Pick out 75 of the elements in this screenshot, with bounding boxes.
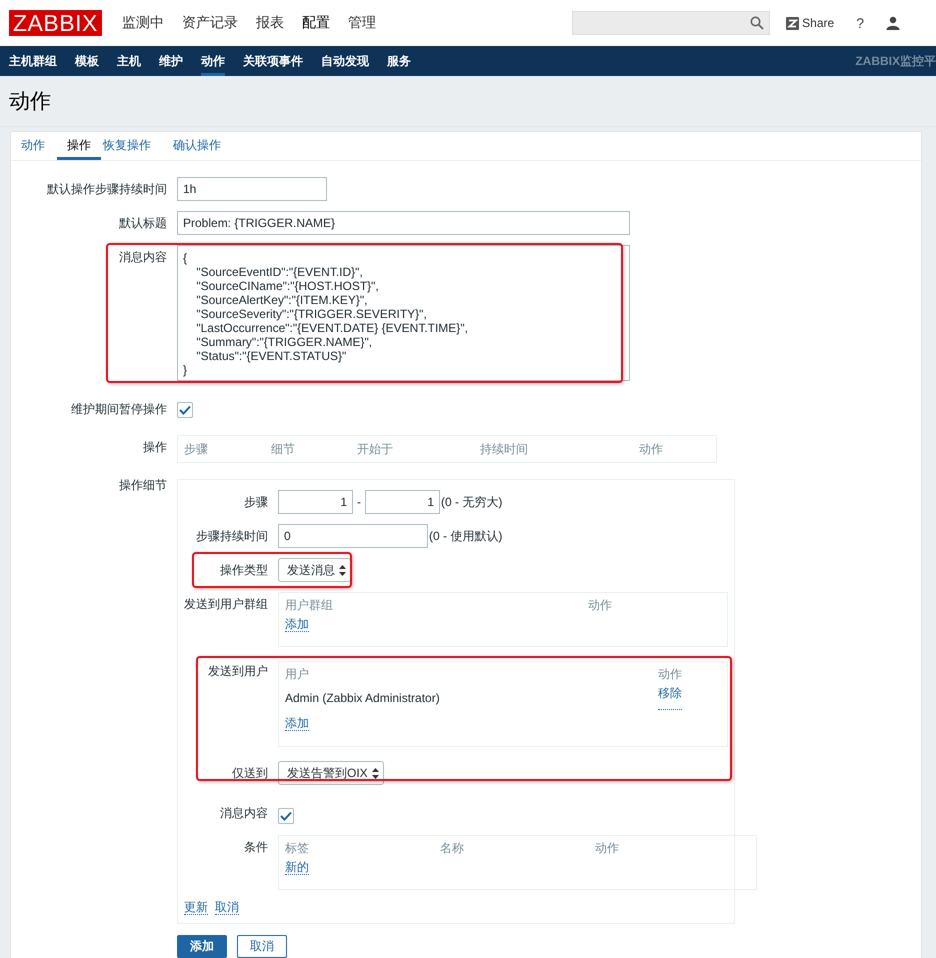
checkbox[interactable] [177, 402, 193, 418]
column-header: 动作 [595, 840, 620, 857]
action-link[interactable]: 更新 [184, 900, 208, 915]
column-header: 动作 [658, 666, 682, 683]
field-label: 发送到用户 [207, 663, 268, 680]
message-textarea[interactable]: { "SourceEventID":"{EVENT.ID}", "SourceCIName":"{HOST.HOST}", "SourceAlertKey":"{ITEM.KEY}", "SourceSeverity":"{TRIGGER.SEVERITY}", "LastOccurrence":"{EVENT.DATE} {EVENT.TIME}", "Summary":"{TRIGGER.NAME}", "Status":"{EVENT.STATUS}" } [177, 245, 630, 381]
select-dropdown[interactable]: 发送告警到OIX [278, 761, 384, 785]
menu-item[interactable]: 报表 [256, 14, 284, 32]
field-label: 条件 [243, 839, 268, 856]
column-header: 用户群组 [285, 597, 334, 614]
select-dropdown[interactable]: 发送消息 [278, 558, 351, 582]
tab[interactable]: 操作 [57, 132, 101, 160]
column-header: 动作 [588, 597, 612, 614]
tab[interactable]: 恢复操作 [103, 132, 161, 160]
field-label: 仅送到 [231, 765, 268, 782]
nav-item[interactable]: 主机群组 [9, 46, 57, 76]
help-button[interactable]: ? [856, 15, 864, 31]
nav-item[interactable]: 模板 [75, 46, 99, 76]
input-field[interactable]: 1h [177, 177, 327, 201]
table-cell-text: Admin (Zabbix Administrator) [285, 690, 441, 707]
hint-text: (0 - 使用默认) [429, 528, 502, 544]
field-label: 默认操作步骤持续时间 [46, 181, 167, 198]
field-label: 步骤 [243, 494, 268, 511]
input-field[interactable]: 0 [278, 524, 428, 548]
nav-item[interactable]: 服务 [387, 46, 411, 76]
sort-arrows-icon [339, 564, 346, 576]
menu-item[interactable]: 资产记录 [182, 14, 238, 32]
tab[interactable]: 动作 [21, 132, 55, 160]
column-header: 名称 [440, 840, 465, 857]
column-header: 动作 [639, 441, 663, 458]
input-field[interactable]: 1 [278, 490, 353, 514]
column-header: 用户 [285, 666, 310, 683]
field-label: 发送到用户群组 [183, 596, 268, 613]
field-label: 消息内容 [219, 805, 268, 822]
field-label: 操作 [142, 439, 167, 456]
input-field[interactable]: 1 [365, 490, 440, 514]
new-link[interactable]: 新的 [285, 860, 309, 875]
page-title: 动作 [9, 89, 51, 115]
hint-text: (0 - 无穷大) [441, 494, 502, 510]
checkbox[interactable] [278, 808, 294, 824]
nav-item[interactable]: 主机 [117, 46, 141, 76]
column-header: 开始于 [357, 441, 393, 458]
action-link[interactable]: 取消 [215, 900, 239, 915]
sort-arrows-icon [372, 768, 379, 778]
share-button[interactable]: Share [786, 16, 834, 30]
field-label: 消息内容 [118, 249, 167, 266]
search-icon[interactable] [750, 16, 764, 30]
brand-text: ZABBIX监控平 [855, 52, 936, 70]
nav-item[interactable]: 自动发现 [321, 46, 369, 76]
user-icon[interactable] [886, 16, 900, 30]
nav-item[interactable]: 动作 [201, 46, 225, 76]
input-field[interactable]: Problem: {TRIGGER.NAME} [177, 211, 630, 235]
logo[interactable]: ZABBIX [9, 10, 102, 36]
menu-item[interactable]: 监测中 [122, 14, 164, 32]
column-header: 步骤 [184, 441, 208, 458]
field-label: 操作细节 [118, 477, 167, 494]
nav-item[interactable]: 关联项事件 [243, 46, 303, 76]
range-separator: - [357, 495, 361, 509]
tab[interactable]: 确认操作 [173, 132, 231, 160]
column-header: 细节 [271, 441, 295, 458]
form-button[interactable]: 添加 [177, 935, 227, 958]
share-icon [786, 16, 800, 30]
column-header: 标签 [285, 840, 310, 857]
column-header: 持续时间 [480, 441, 528, 458]
nav-item[interactable]: 维护 [159, 46, 183, 76]
field-label: 步骤持续时间 [195, 528, 268, 545]
search-field[interactable] [572, 11, 770, 35]
remove-link[interactable]: 移除 [658, 686, 682, 710]
field-label: 维护期间暂停操作 [70, 401, 167, 418]
field-label: 操作类型 [219, 562, 268, 579]
add-link[interactable]: 添加 [285, 617, 309, 632]
add-link[interactable]: 添加 [285, 716, 309, 731]
field-label: 默认标题 [118, 215, 167, 232]
form-button[interactable]: 取消 [237, 935, 287, 958]
menu-item[interactable]: 管理 [348, 14, 376, 32]
